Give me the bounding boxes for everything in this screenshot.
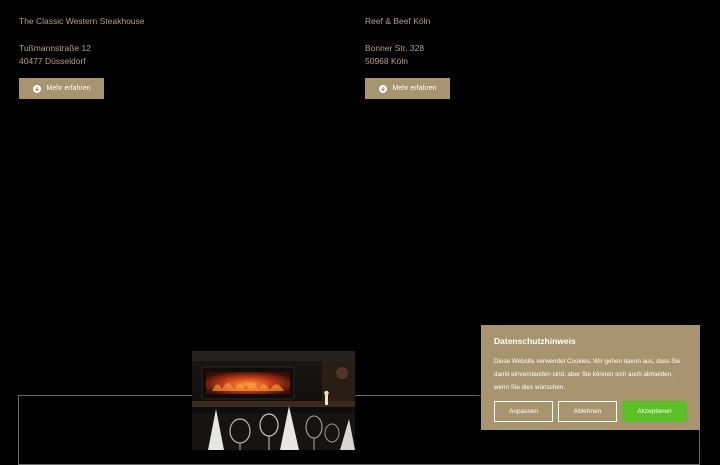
location-address: Bonner Str. 328 50968 Köln	[365, 42, 450, 68]
accept-button[interactable]: Akzeptieren	[622, 401, 687, 422]
cookie-actions: Anpassen Ablehnen Akzeptieren	[494, 401, 687, 422]
arrow-down-circle-icon	[378, 84, 387, 93]
arrow-down-circle-icon	[32, 84, 41, 93]
decline-button[interactable]: Ablehnen	[558, 401, 617, 422]
address-city: 50968 Köln	[365, 56, 409, 66]
location-title: Reef & Beef Köln	[365, 16, 431, 26]
location-title: The Classic Western Steakhouse	[19, 16, 145, 26]
cookie-banner-title: Datenschutzhinweis	[494, 336, 576, 346]
address-street: Tußmannstraße 12	[19, 43, 91, 53]
address-street: Bonner Str. 328	[365, 43, 425, 53]
location-card-duesseldorf: The Classic Western Steakhouse Tußmannst…	[19, 15, 145, 99]
location-card-koeln: Reef & Beef Köln Bonner Str. 328 50968 K…	[365, 15, 450, 99]
more-info-button-koeln[interactable]: Mehr erfahren	[365, 78, 450, 99]
address-city: 40477 Düsseldorf	[19, 56, 86, 66]
customize-button[interactable]: Anpassen	[494, 401, 553, 422]
cookie-consent-banner: Datenschutzhinweis Diese Website verwend…	[481, 325, 700, 430]
more-info-label: Mehr erfahren	[392, 85, 437, 92]
cookie-banner-text: Diese Website verwendet Cookies. Wir geh…	[494, 358, 681, 391]
restaurant-photo	[192, 351, 355, 450]
more-info-label: Mehr erfahren	[46, 85, 91, 92]
location-address: Tußmannstraße 12 40477 Düsseldorf	[19, 42, 145, 68]
more-info-button-duesseldorf[interactable]: Mehr erfahren	[19, 78, 104, 99]
